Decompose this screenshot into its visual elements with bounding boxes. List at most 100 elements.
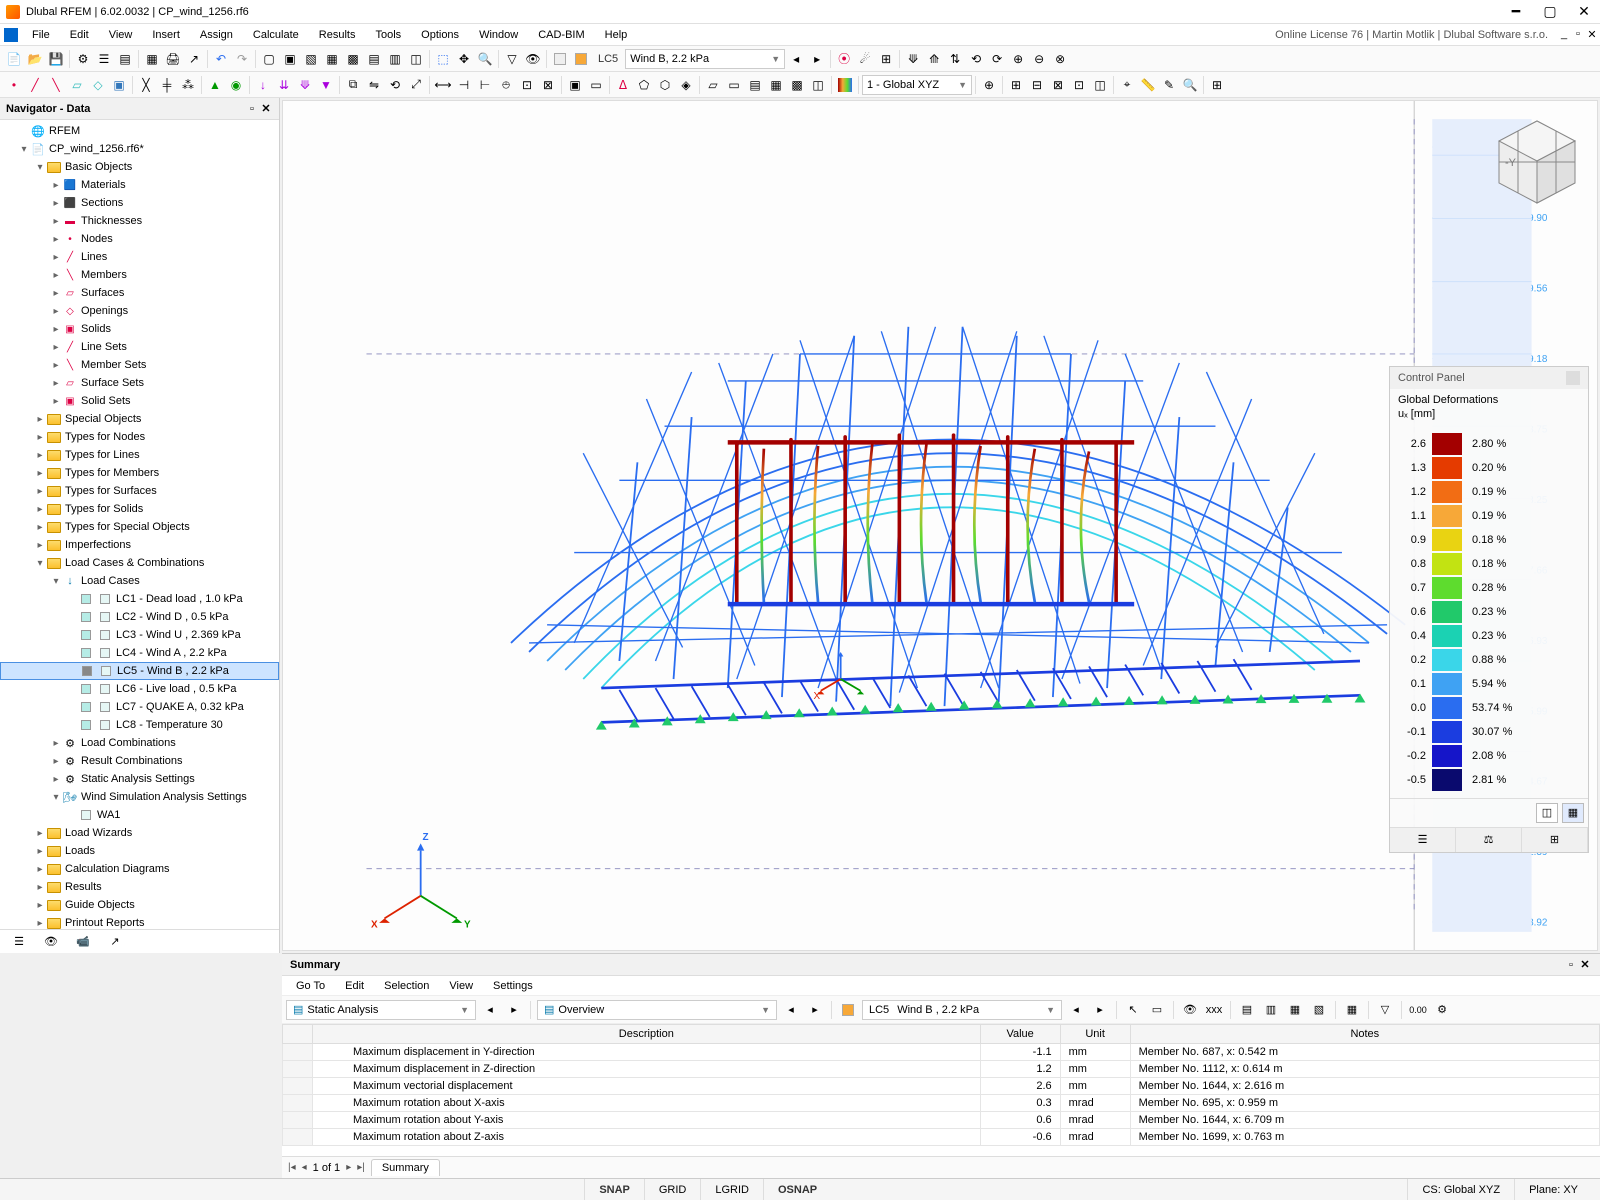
tree-types-2[interactable]: ▸Types for Lines — [0, 446, 279, 464]
settings-button[interactable]: ⚙ — [1432, 1000, 1452, 1020]
display-7-button[interactable]: ▥ — [385, 49, 405, 69]
nav-results-button[interactable]: ↗ — [104, 933, 126, 951]
set-1-button[interactable]: ╳ — [136, 75, 156, 95]
load-1-button[interactable]: ↓ — [253, 75, 273, 95]
grid-5-button[interactable]: ◫ — [1090, 75, 1110, 95]
nav-data-button[interactable]: ☰ — [8, 933, 30, 951]
close-button[interactable]: ✕ — [1574, 3, 1594, 20]
app-menu-icon[interactable] — [4, 28, 18, 42]
tree-basic-4[interactable]: ▸╱Lines — [0, 248, 279, 266]
menu-edit[interactable]: Edit — [60, 29, 99, 41]
display-2-button[interactable]: ▣ — [280, 49, 300, 69]
tree-types-3[interactable]: ▸Types for Members — [0, 464, 279, 482]
set-3-button[interactable]: ⁂ — [178, 75, 198, 95]
dim-3-button[interactable]: ⊢ — [475, 75, 495, 95]
control-panel-header[interactable]: Control Panel — [1390, 367, 1588, 389]
tbl-2-button[interactable]: ▥ — [1261, 1000, 1281, 1020]
col-description[interactable]: Description — [313, 1025, 981, 1044]
close-icon[interactable]: ✕ — [259, 102, 273, 115]
grid-3-button[interactable]: ⊠ — [1048, 75, 1068, 95]
summary-lc-prev-button[interactable]: ◂ — [1066, 1000, 1086, 1020]
display-3-button[interactable]: ▧ — [301, 49, 321, 69]
lc-next-button[interactable]: ▸ — [807, 49, 827, 69]
status-plane[interactable]: Plane: XY — [1514, 1179, 1592, 1200]
tree-basic-6[interactable]: ▸▱Surfaces — [0, 284, 279, 302]
res-2-button[interactable]: ☄ — [855, 49, 875, 69]
tree-after-lc-0[interactable]: ▸⚙Load Combinations — [0, 734, 279, 752]
tree-types-1[interactable]: ▸Types for Nodes — [0, 428, 279, 446]
redo-button[interactable]: ↷ — [232, 49, 252, 69]
load-4-button[interactable]: ▼ — [316, 75, 336, 95]
status-lgrid[interactable]: LGRID — [700, 1179, 763, 1200]
export-xls-button[interactable]: ▦ — [1342, 1000, 1362, 1020]
tree-tail-4[interactable]: ▸Guide Objects — [0, 896, 279, 914]
prev-page-button[interactable]: ◂ — [302, 1162, 307, 1173]
mirror-button[interactable]: ⇋ — [364, 75, 384, 95]
col-value[interactable]: Value — [980, 1025, 1060, 1044]
res-8-button[interactable]: ⟳ — [987, 49, 1007, 69]
tree-types-6[interactable]: ▸Types for Special Objects — [0, 518, 279, 536]
load-3-button[interactable]: ⟱ — [295, 75, 315, 95]
viewport-3d[interactable]: 40.2139.9039.5639.1838.7538.2537.6636.93… — [282, 100, 1598, 951]
tree-after-lc-2[interactable]: ▸⚙Static Analysis Settings — [0, 770, 279, 788]
coord-system-combo[interactable]: 1 - Global XYZ ▼ — [862, 75, 972, 95]
tree-after-lc-1[interactable]: ▸⚙Result Combinations — [0, 752, 279, 770]
res-6-button[interactable]: ⇅ — [945, 49, 965, 69]
col-unit[interactable]: Unit — [1060, 1025, 1130, 1044]
display-6-button[interactable]: ▤ — [364, 49, 384, 69]
tbl-4-button[interactable]: ▧ — [1309, 1000, 1329, 1020]
open-button[interactable]: 📂 — [25, 49, 45, 69]
doc-restore-button[interactable]: ▫ — [1572, 28, 1584, 41]
tree-lc-6[interactable]: LC7 - QUAKE A, 0.32 kPa — [0, 698, 279, 716]
res-3-button[interactable]: ⊞ — [876, 49, 896, 69]
measure-button[interactable]: 📏 — [1138, 75, 1158, 95]
tree-file[interactable]: ▾📄CP_wind_1256.rf6* — [0, 140, 279, 158]
persp-button[interactable]: ▱ — [703, 75, 723, 95]
dim-6-button[interactable]: ⊠ — [538, 75, 558, 95]
col-notes[interactable]: Notes — [1130, 1025, 1599, 1044]
table-row[interactable]: Maximum vectorial displacement2.6mmMembe… — [283, 1078, 1600, 1095]
cp-opt-1-button[interactable]: ◫ — [1536, 803, 1558, 823]
tbl-3-button[interactable]: ▦ — [1285, 1000, 1305, 1020]
status-snap[interactable]: SNAP — [584, 1179, 644, 1200]
res-4-button[interactable]: ⟱ — [903, 49, 923, 69]
zoom-button[interactable]: 🔍 — [475, 49, 495, 69]
support-button[interactable]: ▲ — [205, 75, 225, 95]
tree-wind-sim[interactable]: ▾🌬Wind Simulation Analysis Settings — [0, 788, 279, 806]
calc-button[interactable]: ▤ — [115, 49, 135, 69]
v2-button[interactable]: ⬠ — [634, 75, 654, 95]
analysis-prev-button[interactable]: ◂ — [480, 1000, 500, 1020]
maximize-button[interactable]: ▢ — [1540, 3, 1560, 20]
colormap-button[interactable] — [835, 75, 855, 95]
table-row[interactable]: Maximum rotation about Y-axis0.6mradMemb… — [283, 1112, 1600, 1129]
tree-basic-12[interactable]: ▸▣Solid Sets — [0, 392, 279, 410]
render-button[interactable]: ▩ — [787, 75, 807, 95]
result-type-combo[interactable]: ▤ Overview ▼ — [537, 1000, 777, 1020]
shade-button[interactable]: ▦ — [766, 75, 786, 95]
summary-menu-edit[interactable]: Edit — [335, 980, 374, 992]
doc-minimize-button[interactable]: _ — [1558, 28, 1570, 41]
color-2-button[interactable] — [571, 49, 591, 69]
tree-types-7[interactable]: ▸Imperfections — [0, 536, 279, 554]
wire-button[interactable]: ▤ — [745, 75, 765, 95]
nav-views-button[interactable]: 📹 — [72, 933, 94, 951]
status-cs[interactable]: CS: Global XYZ — [1407, 1179, 1514, 1200]
res-9-button[interactable]: ⊕ — [1008, 49, 1028, 69]
load-2-button[interactable]: ⇊ — [274, 75, 294, 95]
next-page-button[interactable]: ▸ — [346, 1162, 351, 1173]
new-button[interactable]: 📄 — [4, 49, 24, 69]
tree-basic-11[interactable]: ▸▱Surface Sets — [0, 374, 279, 392]
tree-tail-0[interactable]: ▸Load Wizards — [0, 824, 279, 842]
opening-button[interactable]: ◇ — [88, 75, 108, 95]
last-page-button[interactable]: ▸| — [357, 1162, 365, 1173]
grid-4-button[interactable]: ⊡ — [1069, 75, 1089, 95]
pin-icon[interactable]: ▫ — [245, 103, 259, 115]
line-button[interactable]: ╱ — [25, 75, 45, 95]
search-button[interactable]: 🔍 — [1180, 75, 1200, 95]
result-prev-button[interactable]: ◂ — [781, 1000, 801, 1020]
menu-insert[interactable]: Insert — [142, 29, 190, 41]
v3-button[interactable]: ⬡ — [655, 75, 675, 95]
pick-button[interactable]: ↖ — [1123, 1000, 1143, 1020]
display-4-button[interactable]: ▦ — [322, 49, 342, 69]
menu-help[interactable]: Help — [595, 29, 638, 41]
